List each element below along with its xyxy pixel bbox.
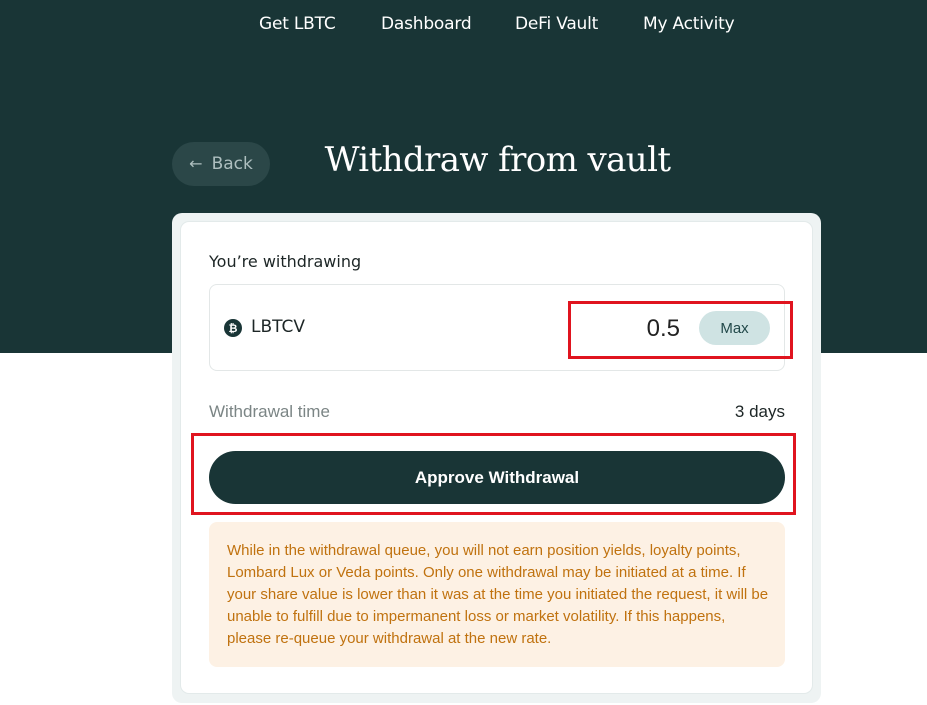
nav-defi-vault[interactable]: DeFi Vault [515,14,598,34]
approve-highlight-box [191,433,796,515]
top-nav: Get LBTC Dashboard DeFi Vault My Activit… [0,14,927,42]
withdrawal-notice: While in the withdrawal queue, you will … [209,522,785,667]
bitcoin-icon: ₿ [224,319,242,337]
token-symbol: LBTCV [251,317,306,337]
withdrawal-time-value: 3 days [734,402,785,421]
amount-highlight-box [568,301,793,359]
nav-dashboard[interactable]: Dashboard [381,14,472,34]
page-title: Withdraw from vault [324,140,671,180]
back-label: Back [211,154,253,174]
back-button[interactable]: ← Back [172,142,270,186]
withdrawal-time-label: Withdrawal time [209,402,330,421]
nav-get-lbtc[interactable]: Get LBTC [259,14,336,34]
arrow-left-icon: ← [189,154,203,173]
nav-my-activity[interactable]: My Activity [643,14,735,34]
withdrawing-label: You’re withdrawing [209,252,362,271]
